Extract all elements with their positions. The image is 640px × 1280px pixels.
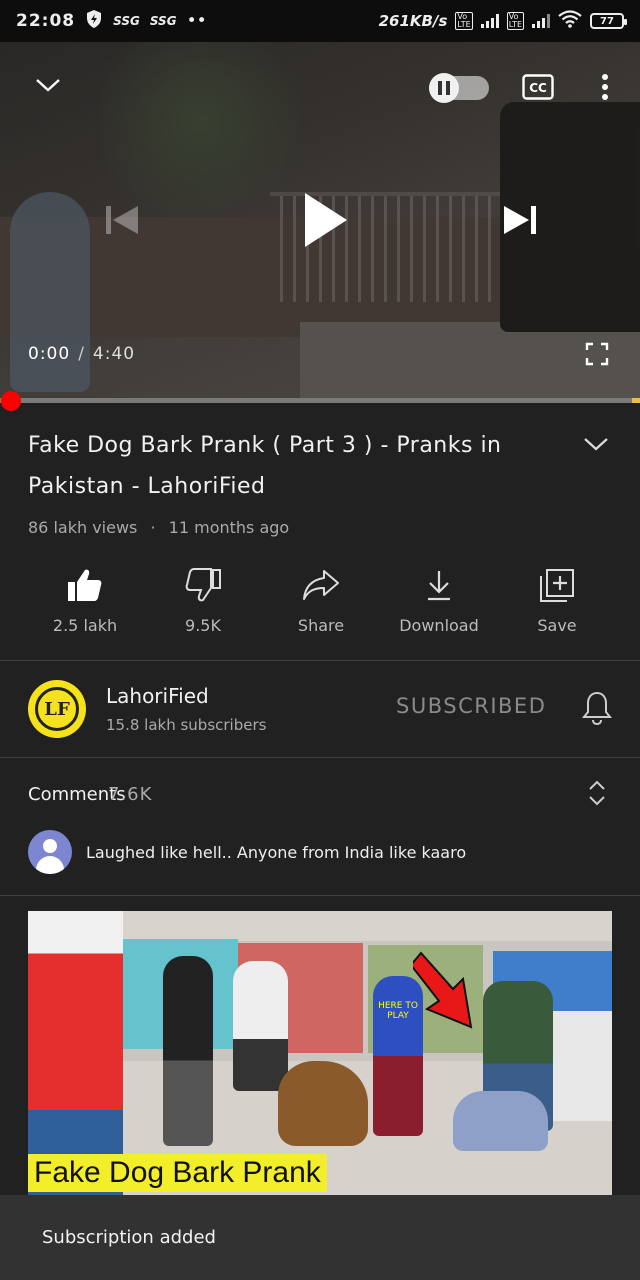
lte-icon: Vo LTE xyxy=(455,12,473,30)
signal-icon xyxy=(480,14,499,28)
autoplay-track xyxy=(429,73,489,103)
playback-time: 0:00 / 4:40 xyxy=(28,342,135,366)
signal-icon-2 xyxy=(532,14,550,28)
unfold-icon xyxy=(587,779,607,811)
meta-separator: · xyxy=(150,518,156,537)
status-dots: •• xyxy=(186,11,207,31)
thumbnail-person-foreground xyxy=(28,911,123,1195)
network-speed: 261KB/s xyxy=(378,12,448,30)
progress-buffer-marker xyxy=(632,398,640,403)
download-icon xyxy=(426,560,452,610)
snackbar: Subscription added xyxy=(0,1195,640,1280)
video-title: Fake Dog Bark Prank ( Part 3 ) - Pranks … xyxy=(28,433,502,499)
progress-bar[interactable] xyxy=(0,398,640,403)
chevron-down-icon xyxy=(35,77,61,97)
download-button[interactable]: Download xyxy=(380,560,498,650)
fullscreen-button[interactable] xyxy=(580,339,614,373)
top-comment[interactable]: Laughed like hell.. Anyone from India li… xyxy=(86,843,466,862)
channel-name[interactable]: LahoriFied xyxy=(106,684,209,708)
upload-age: 11 months ago xyxy=(168,518,290,537)
comments-count: 7.6K xyxy=(108,784,153,805)
battery-icon: 77 xyxy=(590,13,627,29)
thumbnail-person xyxy=(163,956,213,1146)
share-icon xyxy=(302,560,340,610)
more-options-button[interactable] xyxy=(590,72,620,106)
autoplay-toggle[interactable] xyxy=(426,72,492,104)
more-vert-icon xyxy=(601,73,609,105)
sim2-label: SSG xyxy=(149,14,177,28)
previous-button[interactable] xyxy=(100,200,144,244)
cc-icon: CC xyxy=(522,74,554,104)
captions-button[interactable]: CC xyxy=(520,74,556,104)
progress-scrubber[interactable] xyxy=(1,391,21,411)
chevron-down-icon xyxy=(583,436,609,456)
channel-logo: LF xyxy=(35,687,79,731)
thumbs-down-icon xyxy=(185,560,221,610)
divider xyxy=(0,757,640,758)
next-video-thumbnail[interactable]: HERE TO PLAY Fake Dog Bark Prank xyxy=(28,911,612,1195)
dislike-count: 9.5K xyxy=(185,616,221,635)
thumbs-up-icon xyxy=(67,560,103,610)
subscribe-button[interactable]: SUBSCRIBED xyxy=(396,694,546,718)
wifi-icon xyxy=(558,10,582,32)
next-icon xyxy=(502,204,538,240)
svg-text:CC: CC xyxy=(529,81,547,95)
commenter-avatar xyxy=(28,830,72,874)
save-button[interactable]: Save xyxy=(498,560,616,650)
status-time: 22:08 xyxy=(16,11,76,31)
minimize-button[interactable] xyxy=(30,72,66,102)
next-button[interactable] xyxy=(498,200,542,244)
playlist-add-icon xyxy=(539,560,575,610)
comments-expand-button[interactable] xyxy=(582,778,612,812)
time-separator: / xyxy=(78,344,85,364)
notification-bell-button[interactable] xyxy=(578,690,616,730)
video-meta: 86 lakh views · 11 months ago xyxy=(28,518,289,537)
dislike-button[interactable]: 9.5K xyxy=(144,560,262,650)
play-button[interactable] xyxy=(295,190,355,254)
divider xyxy=(0,895,640,896)
subscriber-count: 15.8 lakh subscribers xyxy=(106,716,267,734)
previous-icon xyxy=(104,204,140,240)
autoplay-toggle-icon xyxy=(429,73,459,103)
fullscreen-icon xyxy=(585,342,609,370)
video-duration: 4:40 xyxy=(92,344,136,364)
thumbnail-shirt-text: HERE TO PLAY xyxy=(378,1001,418,1021)
thumbnail-dog xyxy=(278,1061,368,1146)
current-time: 0:00 xyxy=(28,344,71,364)
thumbnail-person xyxy=(453,1091,548,1151)
red-arrow-icon xyxy=(413,951,473,1029)
thumbnail-caption: Fake Dog Bark Prank xyxy=(28,1154,327,1192)
video-player[interactable]: CC 0:00 / 4:40 xyxy=(0,42,640,400)
share-label: Share xyxy=(297,616,345,635)
channel-avatar[interactable]: LF xyxy=(28,680,86,738)
like-button[interactable]: 2.5 lakh xyxy=(26,560,144,650)
share-button[interactable]: Share xyxy=(262,560,380,650)
status-bar: 22:08 SSG SSG •• 261KB/s Vo LTE Vo LTE 77 xyxy=(0,0,640,42)
thumbnail-person xyxy=(233,961,288,1091)
sim1-label: SSG xyxy=(113,14,140,28)
view-count: 86 lakh views xyxy=(28,518,138,537)
snackbar-message: Subscription added xyxy=(42,1227,216,1248)
play-icon xyxy=(301,191,349,253)
lte-icon-2: Vo LTE xyxy=(506,12,524,30)
shield-icon xyxy=(85,9,103,34)
bell-icon xyxy=(581,690,613,730)
action-bar: 2.5 lakh 9.5K Share Download Save xyxy=(0,560,640,650)
like-count: 2.5 lakh xyxy=(52,616,118,635)
divider xyxy=(0,660,640,661)
download-label: Download xyxy=(399,616,479,635)
battery-level: 77 xyxy=(600,15,614,27)
save-label: Save xyxy=(537,616,577,635)
expand-description-button[interactable] xyxy=(578,432,614,460)
